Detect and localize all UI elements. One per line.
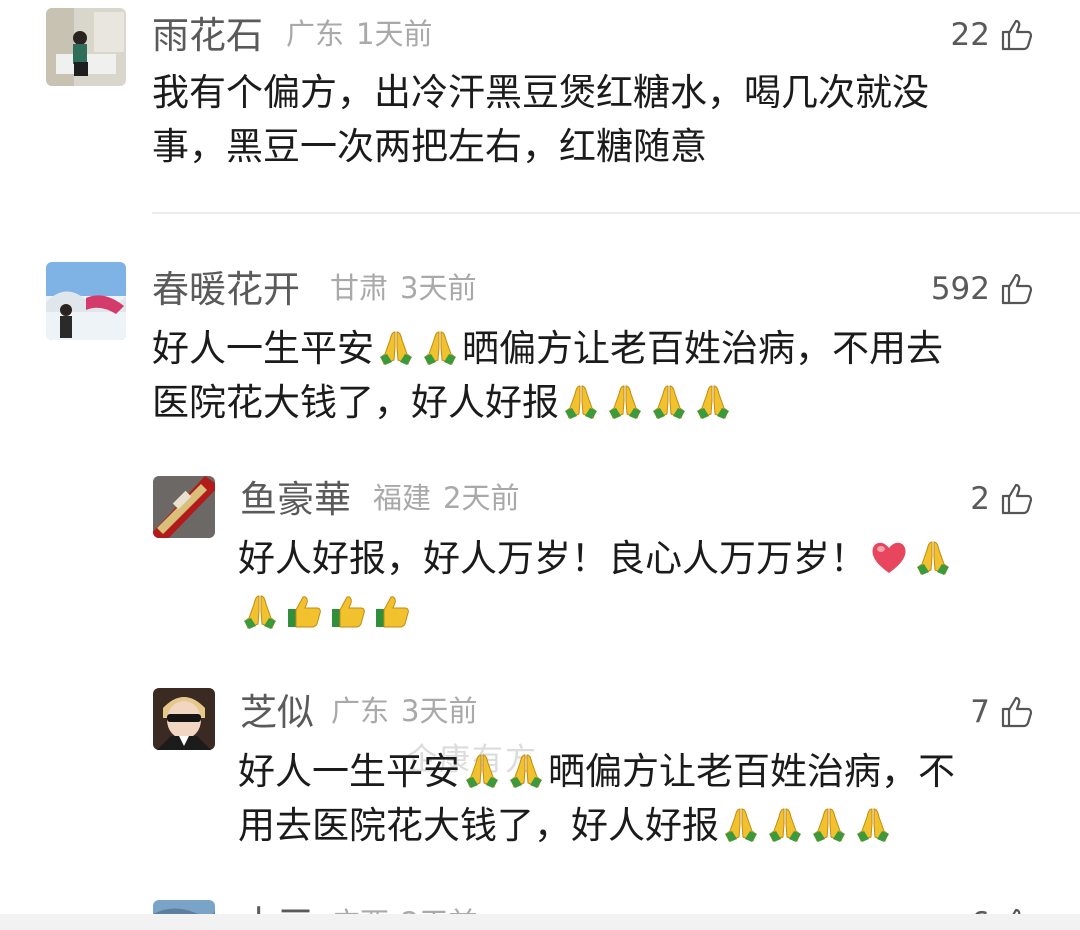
like-count: 7 [970,693,990,730]
timestamp: 3天前 [401,694,478,728]
comment-line: 医院花大钱了，好人好报 [152,376,943,430]
thumbs-up-emoji [372,591,412,631]
region: 广东 [331,694,390,728]
timestamp: 2天前 [443,481,520,515]
red-heart-emoji [869,537,909,577]
folded-hands-emoji [693,381,733,421]
folded-hands-emoji [765,804,805,844]
folded-hands-emoji [721,804,761,844]
comment-line: 事，黑豆一次两把左右，红糖随意 [152,125,707,168]
folded-hands-emoji [462,750,502,790]
text-segment: 好人一生平安 [238,750,460,793]
folded-hands-emoji [853,804,893,844]
text-segment: 用去医院花大钱了，好人好报 [238,804,719,847]
thumbs-up-outline-icon [1000,482,1034,516]
avatar[interactable] [46,8,126,86]
like-button[interactable]: 7 [970,695,1034,729]
comment-line: 好人一生平安 晒偏方让老百姓治病，不 [238,745,955,799]
username[interactable]: 春暖花开 [152,271,300,308]
comment-line [238,586,955,640]
folded-hands-emoji [506,750,546,790]
text-segment: 好人好报，好人万岁！良心人万万岁！ [238,537,867,580]
comment-line: 好人一生平安 晒偏方让老百姓治病，不用去 [152,322,943,376]
region: 福建 [373,481,432,515]
folded-hands-emoji [561,381,601,421]
folded-hands-emoji [605,381,645,421]
comment-meta: 甘肃 3天前 [330,274,476,303]
folded-hands-emoji [649,381,689,421]
like-button[interactable]: 592 [931,272,1034,306]
thumbs-up-emoji [284,591,324,631]
divider [152,212,1080,214]
comment-meta: 广东 3天前 [331,697,477,726]
folded-hands-emoji [809,804,849,844]
timestamp: 3天前 [400,271,477,305]
comment-line: 用去医院花大钱了，好人好报 [238,799,955,853]
avatar[interactable] [46,262,126,340]
thumbs-up-outline-icon [1000,695,1034,729]
avatar[interactable] [153,476,215,538]
like-button[interactable]: 2 [970,482,1034,516]
text-segment: 好人一生平安 [152,327,374,370]
avatar[interactable] [153,688,215,750]
comment-text: 好人一生平安 晒偏方让老百姓治病，不 用去医院花大钱了，好人好报 [238,745,955,853]
thumbs-up-outline-icon [1000,18,1034,52]
folded-hands-emoji [420,327,460,367]
region: 广东 [286,17,345,51]
comment-text: 好人好报，好人万岁！良心人万万岁！ [238,532,955,640]
thumbs-up-outline-icon [1000,272,1034,306]
like-count: 22 [950,16,990,53]
comment-text: 好人一生平安 晒偏方让老百姓治病，不用去 医院花大钱了，好人好报 [152,322,943,430]
folded-hands-emoji [240,591,280,631]
comment-line: 好人好报，好人万岁！良心人万万岁！ [238,532,955,586]
username[interactable]: 芝似 [240,694,314,731]
username[interactable]: 雨花石 [152,17,263,54]
username[interactable]: 鱼豪華 [240,481,351,518]
text-segment: 晒偏方让老百姓治病，不 [548,750,955,793]
like-button[interactable]: 22 [951,18,1034,52]
folded-hands-emoji [913,537,953,577]
like-count: 592 [930,270,990,307]
comment-meta: 福建 2天前 [373,484,519,513]
timestamp: 1天前 [356,17,433,51]
thumbs-up-emoji [328,591,368,631]
region: 甘肃 [330,271,389,305]
comment-meta: 广东 1天前 [286,20,432,49]
folded-hands-emoji [376,327,416,367]
text-segment: 医院花大钱了，好人好报 [152,381,559,424]
comment-list: 雨花石 广东 1天前 22 我有个偏方，出冷汗黑豆煲红糖水，喝几次就没 事，黑豆一… [0,0,1080,930]
bottom-edge [0,914,1080,930]
comment-text: 我有个偏方，出冷汗黑豆煲红糖水，喝几次就没 事，黑豆一次两把左右，红糖随意 [152,66,929,174]
text-segment: 晒偏方让老百姓治病，不用去 [462,327,943,370]
comment-line: 我有个偏方，出冷汗黑豆煲红糖水，喝几次就没 [152,71,929,114]
like-count: 2 [970,480,990,517]
